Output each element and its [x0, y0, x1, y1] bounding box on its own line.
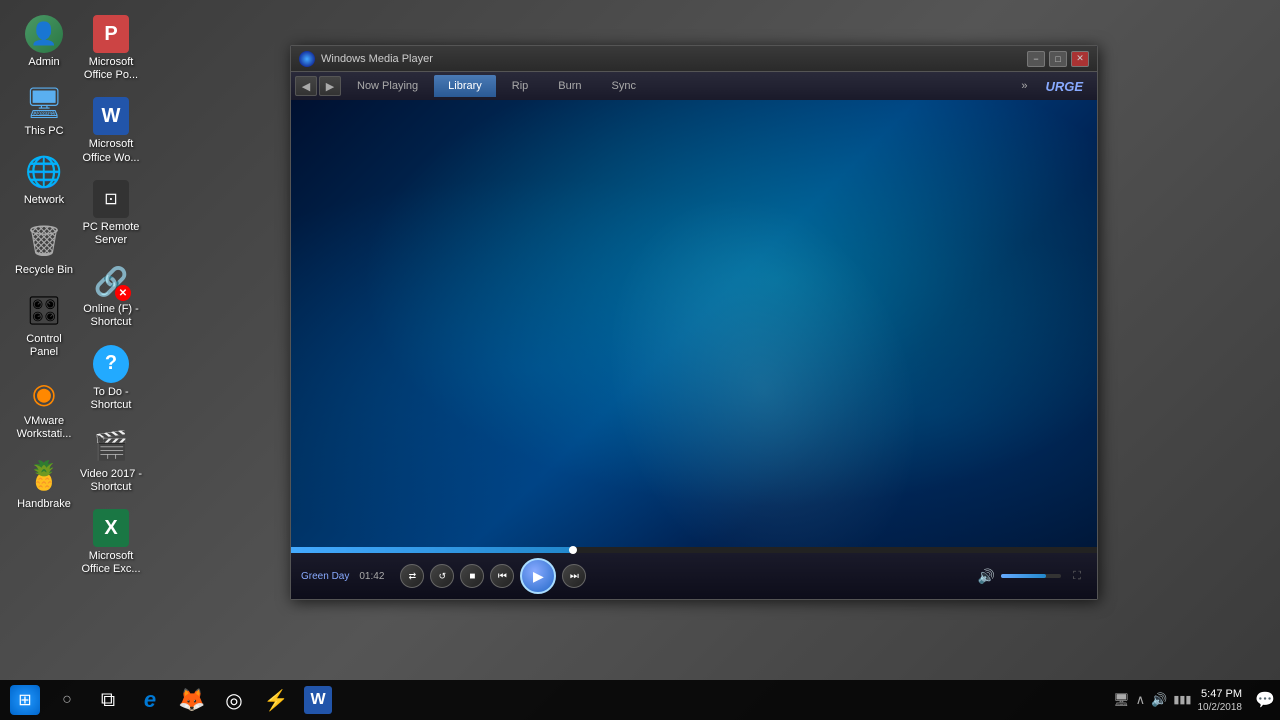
- repeat-button[interactable]: ↺: [430, 564, 454, 588]
- desktop-icon-label-admin: Admin: [28, 56, 59, 69]
- stop-button[interactable]: ■: [460, 564, 484, 588]
- desktop: 👤 Admin 🖥 This PC 🌐 Network 🗑 Recycle Bi…: [0, 0, 1280, 720]
- wmp-maximize-button[interactable]: □: [1049, 51, 1067, 67]
- wmp-track-info: Green Day 01:42: [301, 571, 384, 582]
- chrome-icon: ◎: [225, 688, 242, 713]
- wmp-artist: Green Day: [301, 571, 349, 582]
- firefox-icon: 🦊: [178, 687, 205, 713]
- desktop-icon-recycle-bin[interactable]: 🗑 Recycle Bin: [8, 218, 80, 281]
- notification-icon: 💬: [1255, 690, 1275, 710]
- systray-volume-icon[interactable]: 🔊: [1151, 692, 1167, 708]
- desktop-icon-label-recycle-bin: Recycle Bin: [15, 264, 73, 277]
- desktop-icon-online-shortcut[interactable]: 🔗 ✕ Online (F) - Shortcut: [75, 257, 147, 333]
- search-icon: ○: [62, 691, 72, 709]
- wmp-progress-thumb[interactable]: [569, 546, 577, 554]
- tab-urge[interactable]: URGE: [1035, 79, 1093, 94]
- taskbar-apps: ⧉ e 🦊 ◎ ⚡ W: [88, 680, 1105, 720]
- start-button[interactable]: ⊞: [0, 680, 50, 720]
- wmp-progress-bar[interactable]: [291, 547, 1097, 553]
- word-icon: W: [310, 691, 325, 709]
- desktop-icon-ms-powerpoint[interactable]: P Microsoft Office Po...: [75, 10, 147, 86]
- taskbar-app-chrome[interactable]: ◎: [214, 680, 254, 720]
- desktop-icon-label-vmware: VMware Workstati...: [12, 415, 76, 441]
- error-badge: ✕: [115, 285, 131, 301]
- desktop-icon-label-ms-word: Microsoft Office Wo...: [79, 138, 143, 164]
- desktop-icon-this-pc[interactable]: 🖥 This PC: [8, 79, 80, 142]
- wmp-forward-button[interactable]: ▶: [319, 76, 341, 96]
- task-view-icon: ⧉: [101, 689, 115, 712]
- tab-rip[interactable]: Rip: [498, 75, 543, 97]
- desktop-icon-pc-remote[interactable]: ⊡ PC Remote Server: [75, 175, 147, 251]
- wmp-minimize-button[interactable]: −: [1027, 51, 1045, 67]
- wmp-playback-controls: Green Day 01:42 ⇄ ↺ ■ ⏮ ▶ ⏭ 🔊 ⛶: [291, 553, 1097, 599]
- systray-battery-icon[interactable]: ▮▮▮: [1173, 693, 1191, 706]
- wmp-titlebar: Windows Media Player − □ ✕: [291, 46, 1097, 72]
- wmp-back-button[interactable]: ◀: [295, 76, 317, 96]
- taskbar-app-firefox[interactable]: 🦊: [172, 680, 212, 720]
- desktop-icons-col1: 👤 Admin 🖥 This PC 🌐 Network 🗑 Recycle Bi…: [8, 10, 80, 515]
- taskbar-app-task-view[interactable]: ⧉: [88, 680, 128, 720]
- play-button[interactable]: ▶: [520, 558, 556, 594]
- desktop-icon-label-control-panel: Control Panel: [12, 333, 76, 359]
- wmp-title: Windows Media Player: [321, 53, 1027, 65]
- desktop-icon-vmware[interactable]: ◉ VMware Workstati...: [8, 369, 80, 445]
- wmp-navbar: ◀ ▶ Now Playing Library Rip Burn Sync » …: [291, 72, 1097, 100]
- notification-button[interactable]: 💬: [1250, 680, 1280, 720]
- desktop-icon-admin[interactable]: 👤 Admin: [8, 10, 80, 73]
- desktop-icon-label-network: Network: [24, 194, 64, 207]
- volume-icon[interactable]: 🔊: [978, 568, 995, 585]
- tab-burn[interactable]: Burn: [544, 75, 595, 97]
- tab-sync[interactable]: Sync: [598, 75, 650, 97]
- desktop-icon-label-ms-excel: Microsoft Office Exc...: [79, 550, 143, 576]
- desktop-icon-label-ms-powerpoint: Microsoft Office Po...: [79, 56, 143, 82]
- wmp-close-button[interactable]: ✕: [1071, 51, 1089, 67]
- shuffle-button[interactable]: ⇄: [400, 564, 424, 588]
- desktop-icon-label-this-pc: This PC: [24, 125, 63, 138]
- desktop-icon-label-pc-remote: PC Remote Server: [79, 221, 143, 247]
- next-button[interactable]: ⏭: [562, 564, 586, 588]
- wmp-window-controls: − □ ✕: [1027, 51, 1089, 67]
- edge-icon: e: [144, 687, 156, 713]
- desktop-icon-label-online-shortcut: Online (F) - Shortcut: [79, 303, 143, 329]
- wmp-logo-icon: [299, 51, 315, 67]
- wmp-volume-area: 🔊: [978, 568, 1061, 585]
- taskbar: ⊞ ○ ⧉ e 🦊 ◎ ⚡ W: [0, 680, 1280, 720]
- desktop-icon-label-todo-shortcut: To Do - Shortcut: [79, 386, 143, 412]
- desktop-icon-ms-word[interactable]: W Microsoft Office Wo...: [75, 92, 147, 168]
- taskbar-app-stripes[interactable]: ⚡: [256, 680, 296, 720]
- tab-library[interactable]: Library: [434, 75, 496, 97]
- desktop-icon-label-handbrake: Handbrake: [17, 498, 71, 511]
- desktop-icon-network[interactable]: 🌐 Network: [8, 148, 80, 211]
- taskbar-app-edge[interactable]: e: [130, 680, 170, 720]
- systray-date: 10/2/2018: [1198, 702, 1243, 713]
- taskbar-app-word[interactable]: W: [298, 680, 338, 720]
- windows-logo-icon: ⊞: [10, 685, 40, 715]
- wmp-window: Windows Media Player − □ ✕ ◀ ▶ Now Playi…: [290, 45, 1098, 600]
- prev-button[interactable]: ⏮: [490, 564, 514, 588]
- wmp-progress-fill: [291, 547, 573, 553]
- wmp-time: 01:42: [359, 571, 384, 582]
- wmp-content-area: [291, 100, 1097, 547]
- wmp-fullscreen-button[interactable]: ⛶: [1067, 566, 1087, 586]
- tab-now-playing[interactable]: Now Playing: [343, 75, 432, 97]
- systray-expand-icon[interactable]: ∧: [1136, 692, 1146, 708]
- desktop-icon-control-panel[interactable]: 🎛 Control Panel: [8, 287, 80, 363]
- desktop-icon-video-shortcut[interactable]: 🎬 Video 2017 - Shortcut: [75, 422, 147, 498]
- desktop-icon-handbrake[interactable]: 🍍 Handbrake: [8, 452, 80, 515]
- search-button[interactable]: ○: [52, 685, 82, 715]
- volume-slider[interactable]: [1001, 574, 1061, 578]
- desktop-icon-ms-excel[interactable]: X Microsoft Office Exc...: [75, 504, 147, 580]
- desktop-icon-label-video-shortcut: Video 2017 - Shortcut: [79, 468, 143, 494]
- taskbar-systray: 🖥 ∧ 🔊 ▮▮▮ 5:47 PM 10/2/2018: [1105, 687, 1250, 712]
- volume-fill: [1001, 574, 1046, 578]
- systray-time: 5:47 PM: [1198, 687, 1243, 701]
- desktop-icon-todo-shortcut[interactable]: ? To Do - Shortcut: [75, 340, 147, 416]
- desktop-icons-col2: P Microsoft Office Po... W Microsoft Off…: [75, 10, 147, 581]
- systray-clock[interactable]: 5:47 PM 10/2/2018: [1198, 687, 1243, 712]
- wmp-tabs-more[interactable]: »: [1015, 80, 1033, 92]
- systray-network-icon[interactable]: 🖥: [1113, 692, 1130, 708]
- stripes-icon: ⚡: [264, 688, 289, 713]
